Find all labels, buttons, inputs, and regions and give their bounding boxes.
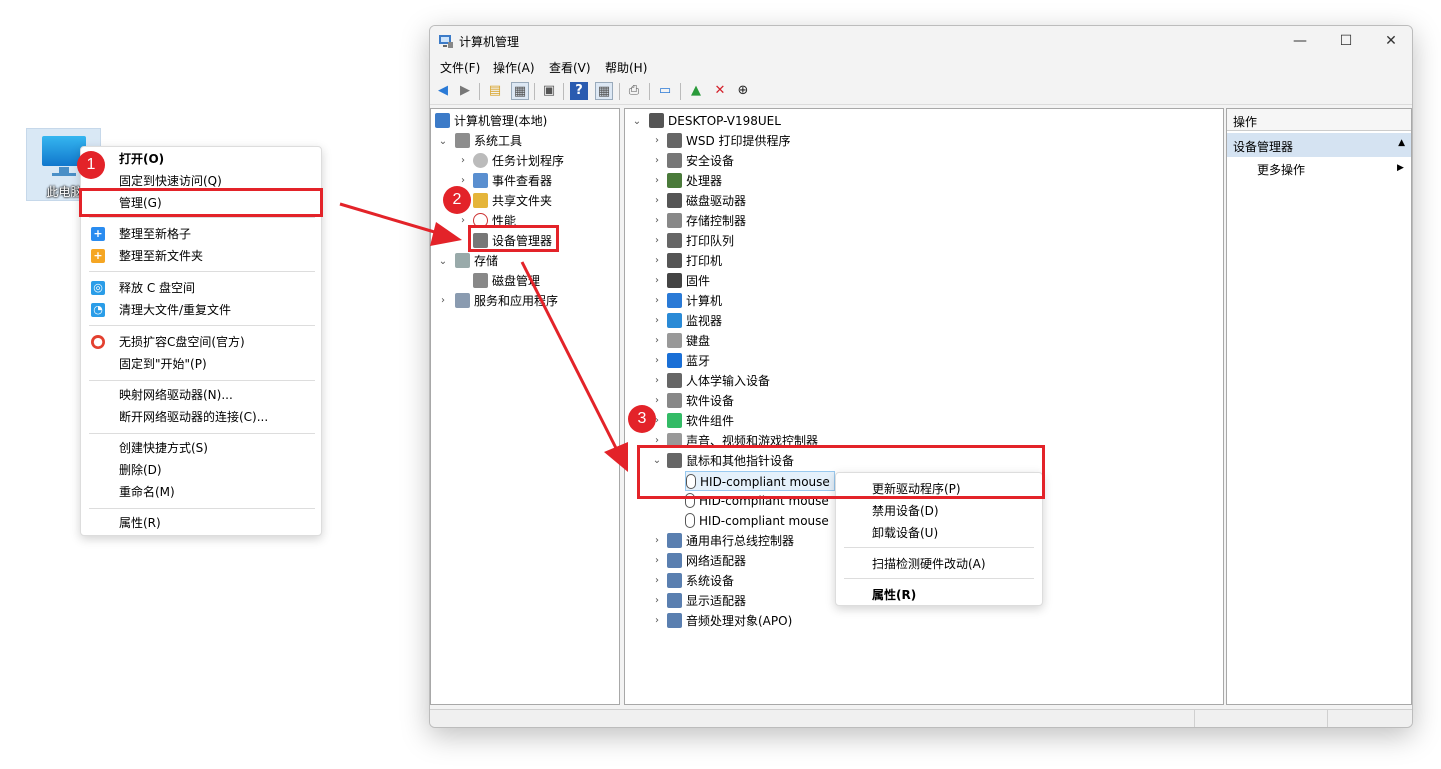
arrow-to-mouse [520, 261, 622, 457]
highlight-manage [79, 188, 323, 217]
highlight-device-manager [468, 225, 559, 252]
highlight-mouse-update [637, 445, 1045, 499]
step-badge-3: 3 [628, 405, 656, 433]
arrow-to-device-manager [339, 202, 449, 238]
annotation-arrows [339, 202, 628, 472]
arrow-head [430, 222, 462, 246]
step-badge-2: 2 [443, 186, 471, 214]
step-badge-1: 1 [77, 151, 105, 179]
